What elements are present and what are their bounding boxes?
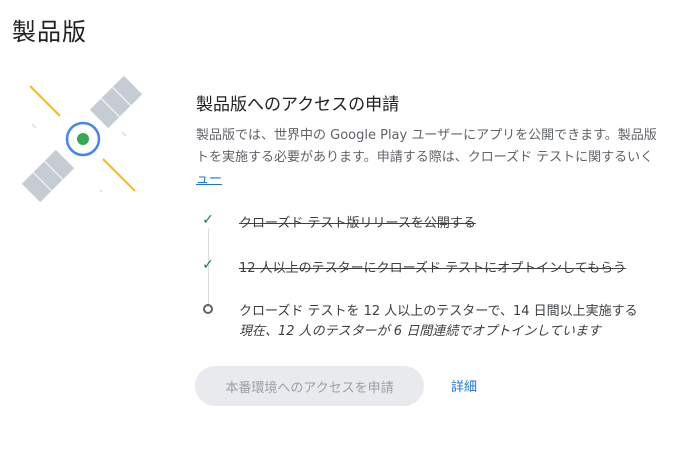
pending-circle-icon: [200, 301, 216, 317]
satellite-core: [77, 133, 89, 145]
step-subtext: 現在、12 人のテスターが 6 日間連続でオプトインしています: [239, 324, 601, 339]
section-title: 製品版へのアクセスの申請: [196, 95, 400, 115]
solar-panel-top: [89, 75, 143, 129]
requirements-checklist: ✓ クローズド テスト版リリースを公開する ✓ 12 人以上のテスターにクローズ…: [196, 200, 680, 350]
description-link[interactable]: ュー: [196, 172, 222, 187]
solar-panel-bottom: [21, 149, 75, 203]
step-text: 12 人以上のテスターにクローズド テストにオプトインしてもらう: [239, 261, 627, 276]
satellite-icon: [21, 75, 143, 203]
details-link[interactable]: 詳細: [451, 376, 477, 395]
beam-bottom-right: [102, 158, 136, 192]
production-page: 製品版 製品版へのアクセスの申請 製品版では、世界中の Google Play …: [0, 0, 680, 449]
request-production-access-button[interactable]: 本番環境へのアクセスを申請: [195, 366, 424, 406]
check-icon: ✓: [202, 257, 214, 273]
page-title: 製品版: [12, 18, 87, 46]
description-line-2: トを実施する必要があります。申請する際は、クローズド テストに関するいく: [196, 150, 654, 165]
beam-top-left: [29, 85, 61, 117]
check-icon: ✓: [202, 212, 214, 228]
description-line-1: 製品版では、世界中の Google Play ユーザーにアプリを公開できます。製…: [196, 128, 657, 143]
section-description: 製品版では、世界中の Google Play ユーザーにアプリを公開できます。製…: [196, 125, 680, 191]
step-text: クローズド テスト版リリースを公開する: [239, 216, 476, 231]
step-text: クローズド テストを 12 人以上のテスターで、14 日間以上実施する: [239, 304, 638, 319]
